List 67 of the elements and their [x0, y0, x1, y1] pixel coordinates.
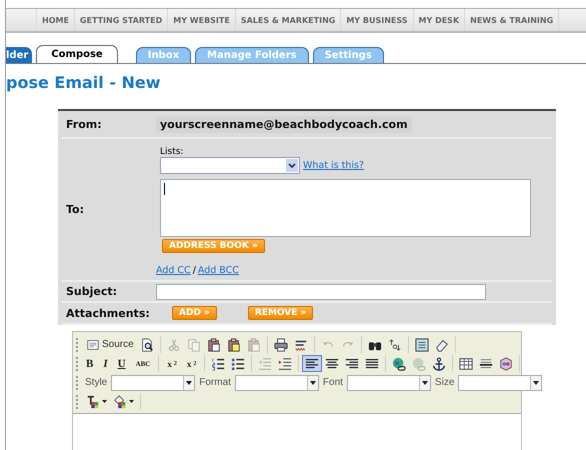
nav-link[interactable]: MY WEBSITE: [168, 9, 236, 31]
cube-icon: [499, 356, 514, 370]
text-color-icon: [86, 394, 100, 408]
lists-label: Lists:: [160, 147, 184, 157]
select-all-icon: [414, 338, 429, 352]
anchor-icon: [432, 356, 446, 370]
separator-text: /: [192, 265, 196, 276]
globe-link-icon: [392, 356, 406, 370]
nav-link[interactable]: HOME: [37, 9, 75, 31]
sender-address: yourscreenname@beachbodycoach.com: [156, 116, 412, 132]
dropdown-field[interactable]: [234, 374, 319, 390]
field-label: To:: [65, 203, 85, 216]
italic-button[interactable]: I: [98, 355, 113, 372]
combo-label: Format: [199, 377, 231, 388]
numbered-list-icon: [211, 356, 226, 370]
add-cc-link[interactable]: Add CC: [156, 265, 191, 276]
table-icon: [459, 356, 474, 370]
caret-icon: [102, 400, 107, 403]
add-bcc-link[interactable]: Add BCC: [198, 265, 239, 276]
bulleted-list-icon: [231, 356, 246, 370]
replace-icon: [388, 338, 402, 352]
outdent-icon: [258, 356, 272, 370]
globe-unlink-icon: [412, 356, 426, 370]
horizontal-rule-icon: [479, 356, 494, 370]
combo-label: Font: [322, 377, 343, 388]
nav-link[interactable]: MY BUSINESS: [341, 9, 414, 31]
tab[interactable]: Compose: [36, 45, 118, 63]
dropdown-field[interactable]: [111, 374, 196, 390]
field-label: Attachments:: [65, 306, 151, 320]
pages-icon: [186, 338, 201, 352]
nav-link[interactable]: SALES & MARKETING: [236, 9, 342, 31]
align-center-icon: [325, 356, 340, 370]
align-left-icon: [305, 356, 320, 370]
recipients-field[interactable]: [160, 179, 531, 237]
nav-link[interactable]: GETTING STARTED: [74, 9, 168, 31]
align-left-button[interactable]: [302, 355, 322, 372]
scissors-icon: [166, 338, 181, 352]
justify-icon: [365, 356, 380, 370]
combo-label: Style: [85, 377, 108, 388]
clipboard-icon: [206, 338, 221, 352]
bold-button[interactable]: B: [81, 355, 98, 372]
help-link[interactable]: What is this?: [303, 160, 364, 171]
caret-icon: [129, 400, 134, 403]
tab[interactable]: lder: [6, 47, 32, 63]
field-label: Subject:: [65, 285, 118, 298]
dropdown-field[interactable]: [346, 374, 431, 390]
fill-color-icon: [113, 394, 127, 408]
nav-link[interactable]: NEWS & TRAINING: [465, 9, 560, 31]
source-button[interactable]: Source: [83, 336, 137, 353]
eraser-icon: [434, 338, 449, 352]
subject-field[interactable]: [156, 284, 486, 300]
superscript-button[interactable]: x$^{2}$: [182, 355, 202, 372]
page-magnifier-icon: [140, 338, 154, 352]
align-right-icon: [345, 356, 360, 370]
underline-button[interactable]: U: [112, 355, 131, 372]
field-label: From:: [65, 118, 103, 130]
combo-label: Size: [434, 377, 454, 388]
printer-icon: [274, 338, 288, 352]
document-icon: [86, 338, 100, 352]
nav-link[interactable]: MY DESK: [414, 9, 466, 31]
indent-icon: [278, 356, 292, 370]
lists-dropdown[interactable]: [160, 157, 300, 174]
clipboard-icon: [226, 338, 241, 352]
dropdown-field[interactable]: [458, 374, 542, 390]
text-cursor: [164, 183, 165, 195]
page-title: pose Email - New: [6, 73, 162, 94]
clipboard-icon: [246, 338, 261, 352]
